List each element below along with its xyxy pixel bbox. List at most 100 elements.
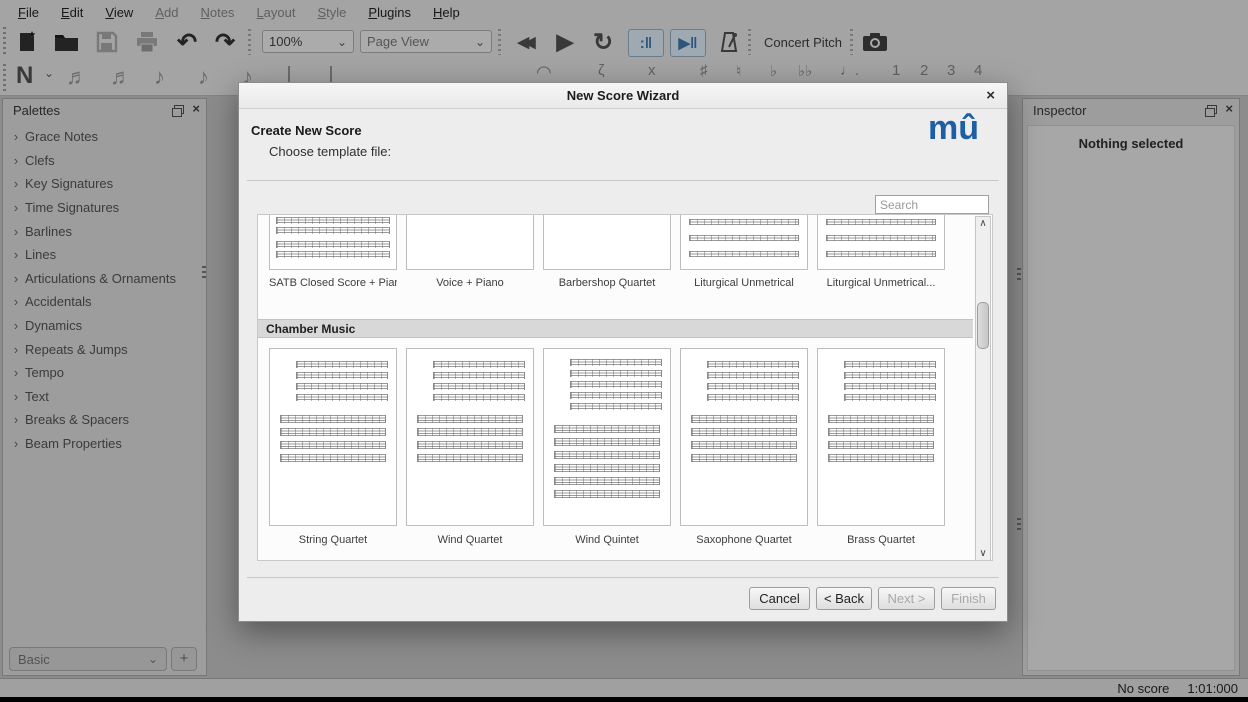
- template-thumbnail: [543, 348, 671, 526]
- template-thumbnail: [680, 348, 808, 526]
- section-header-chamber-music: Chamber Music: [258, 319, 973, 338]
- staff-lines: [417, 415, 523, 423]
- template-wind-quartet[interactable]: Wind Quartet: [406, 348, 534, 526]
- staff-lines: [828, 428, 934, 436]
- staff-lines: [828, 441, 934, 449]
- staff-lines: [417, 441, 523, 449]
- scroll-up-icon[interactable]: ∧: [976, 218, 990, 229]
- staff-lines: [570, 381, 662, 388]
- staff-lines: [707, 383, 799, 390]
- staff-lines: [417, 428, 523, 436]
- template-saxophone-quartet[interactable]: Saxophone Quartet: [680, 348, 808, 526]
- staff-lines: [554, 451, 660, 459]
- next-button[interactable]: Next >: [878, 587, 935, 610]
- template-scrollbar[interactable]: ∧ ∨: [975, 216, 991, 561]
- staff-lines: [554, 425, 660, 433]
- template-satb-closed-score-piano[interactable]: SATB Closed Score + Piano: [269, 215, 397, 270]
- template-label: Voice + Piano: [406, 277, 534, 289]
- staff-lines: [296, 372, 388, 379]
- staff-lines: [276, 227, 390, 234]
- staff-lines: [707, 361, 799, 368]
- staff-lines: [433, 372, 525, 379]
- staff-lines: [689, 219, 799, 225]
- template-label: Wind Quintet: [543, 534, 671, 546]
- staff-lines: [828, 454, 934, 462]
- staff-lines: [570, 370, 662, 377]
- staff-lines: [570, 392, 662, 399]
- finish-button[interactable]: Finish: [941, 587, 996, 610]
- staff-lines: [689, 235, 799, 241]
- window-bottom-edge: [0, 697, 1248, 702]
- template-wind-quintet[interactable]: Wind Quintet: [543, 348, 671, 526]
- staff-lines: [433, 361, 525, 368]
- scroll-down-icon[interactable]: ∨: [976, 548, 990, 559]
- template-thumbnail: [543, 215, 671, 270]
- staff-lines: [433, 383, 525, 390]
- staff-lines: [276, 251, 390, 258]
- template-label: Brass Quartet: [817, 534, 945, 546]
- template-thumbnail: [269, 215, 397, 270]
- staff-lines: [826, 219, 936, 225]
- template-label: String Quartet: [269, 534, 397, 546]
- staff-lines: [296, 394, 388, 401]
- template-label: SATB Closed Score + Piano: [269, 277, 397, 289]
- template-thumbnail: [406, 215, 534, 270]
- template-label: Barbershop Quartet: [543, 277, 671, 289]
- staff-lines: [296, 383, 388, 390]
- application-window: File Edit View Add Notes Layout Style Pl…: [0, 0, 1248, 702]
- template-voice-piano[interactable]: Voice + Piano: [406, 215, 534, 270]
- staff-lines: [689, 251, 799, 257]
- staff-lines: [844, 372, 936, 379]
- staff-lines: [826, 251, 936, 257]
- staff-lines: [280, 454, 386, 462]
- dialog-subheading: Choose template file:: [269, 144, 391, 159]
- staff-lines: [826, 235, 936, 241]
- staff-lines: [707, 394, 799, 401]
- scrollbar-thumb[interactable]: [977, 302, 989, 349]
- template-brass-quartet[interactable]: Brass Quartet: [817, 348, 945, 526]
- template-thumbnail: [680, 215, 808, 270]
- new-score-wizard-dialog: New Score Wizard × Create New Score Choo…: [238, 82, 1008, 622]
- staff-lines: [276, 217, 390, 224]
- staff-lines: [554, 490, 660, 498]
- template-thumbnail: [817, 215, 945, 270]
- staff-lines: [554, 464, 660, 472]
- staff-lines: [844, 383, 936, 390]
- template-label: Liturgical Unmetrical: [680, 277, 808, 289]
- staff-lines: [707, 372, 799, 379]
- dialog-heading: Create New Score: [251, 123, 362, 138]
- template-list: SATB Closed Score + Piano Voice + Piano …: [257, 214, 993, 561]
- staff-lines: [280, 441, 386, 449]
- staff-lines: [296, 361, 388, 368]
- template-thumbnail: [269, 348, 397, 526]
- search-input[interactable]: [875, 195, 989, 214]
- back-button[interactable]: < Back: [816, 587, 872, 610]
- template-liturgical-unmetrical[interactable]: Liturgical Unmetrical: [680, 215, 808, 270]
- staff-lines: [280, 428, 386, 436]
- staff-lines: [828, 415, 934, 423]
- staff-lines: [276, 241, 390, 248]
- musescore-logo: mû: [928, 109, 979, 148]
- staff-lines: [280, 415, 386, 423]
- staff-lines: [844, 394, 936, 401]
- dialog-title[interactable]: New Score Wizard: [239, 83, 1007, 109]
- divider: [247, 180, 999, 181]
- staff-lines: [691, 441, 797, 449]
- template-liturgical-unmetrical-2[interactable]: Liturgical Unmetrical...: [817, 215, 945, 270]
- template-thumbnail: [817, 348, 945, 526]
- staff-lines: [691, 428, 797, 436]
- staff-lines: [844, 361, 936, 368]
- template-label: Wind Quartet: [406, 534, 534, 546]
- template-label: Saxophone Quartet: [680, 534, 808, 546]
- template-label: Liturgical Unmetrical...: [817, 277, 945, 289]
- staff-lines: [570, 359, 662, 366]
- cancel-button[interactable]: Cancel: [749, 587, 810, 610]
- template-thumbnail: [406, 348, 534, 526]
- dialog-close-icon[interactable]: ×: [986, 83, 995, 109]
- template-barbershop-quartet[interactable]: Barbershop Quartet: [543, 215, 671, 270]
- divider: [247, 577, 999, 578]
- template-string-quartet[interactable]: String Quartet: [269, 348, 397, 526]
- staff-lines: [417, 454, 523, 462]
- staff-lines: [570, 403, 662, 410]
- staff-lines: [691, 454, 797, 462]
